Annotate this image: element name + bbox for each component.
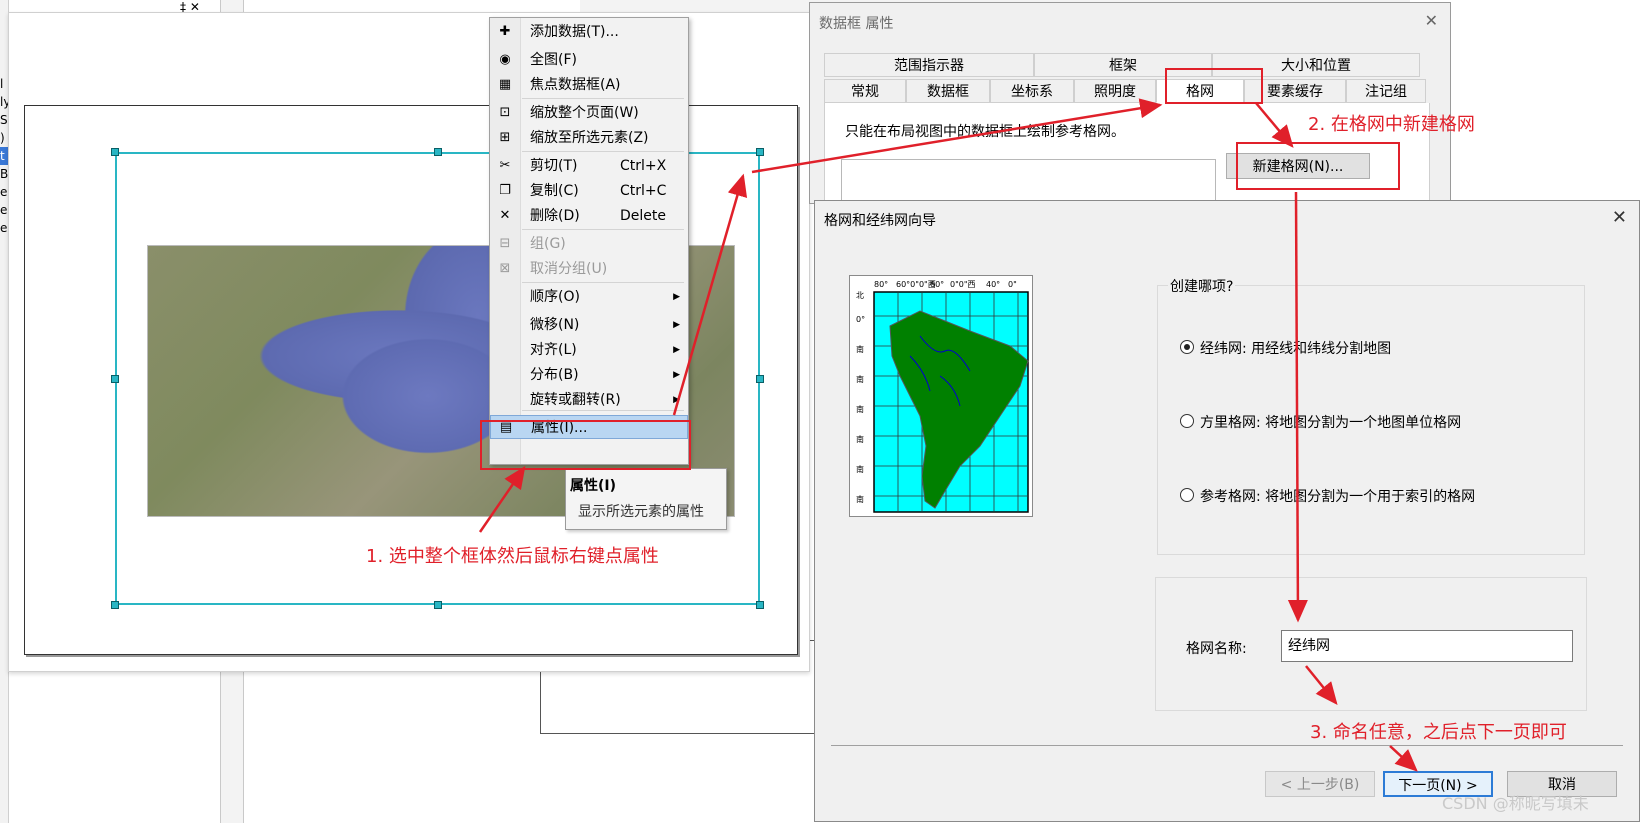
annotation-step3: 3. 命名任意，之后点下一页即可 (1310, 722, 1567, 743)
arrow-to-next (1389, 745, 1418, 772)
arrow-to-grid-tab (751, 98, 1163, 174)
annotation-step2: 2. 在格网中新建格网 (1308, 114, 1475, 135)
watermark: CSDN @称昵写填未 (1442, 794, 1589, 813)
arrow-to-properties (478, 465, 526, 533)
arrow-to-new-grid (1255, 102, 1294, 148)
annotation-step1: 1. 选中整个框体然后鼠标右键点属性 (366, 546, 659, 567)
arrow-to-frame (672, 173, 748, 416)
arrow-to-grid-name (1287, 191, 1308, 623)
arrow-from-name (1305, 665, 1338, 705)
